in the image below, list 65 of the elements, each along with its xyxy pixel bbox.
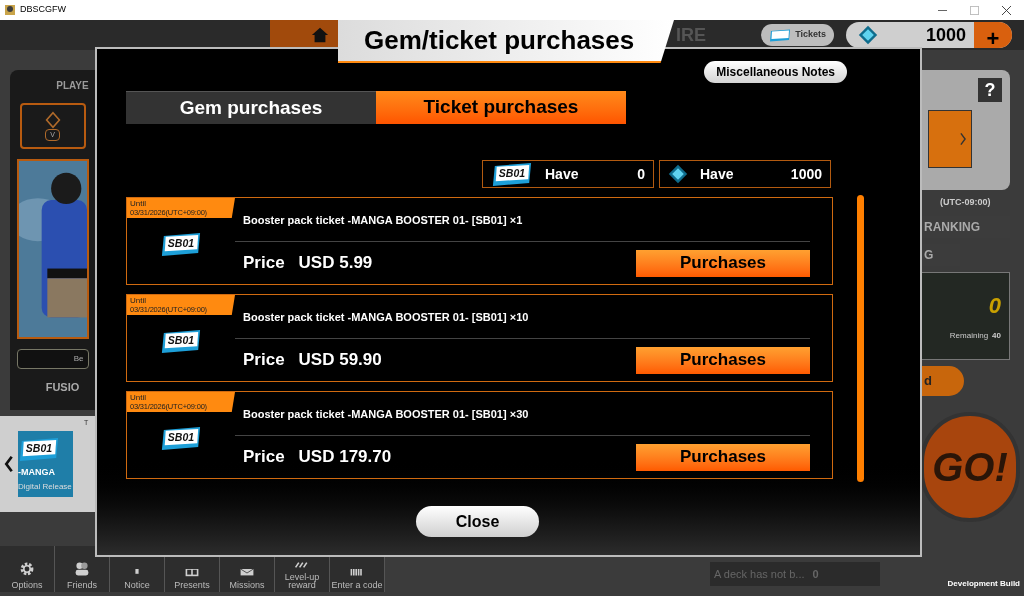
ticket-icon: SB01 [160, 425, 202, 451]
gift-icon [184, 569, 200, 577]
balance-value: 1000 [790, 164, 822, 184]
previous-icon[interactable] [4, 455, 14, 473]
date-label: (UTC-09:00) [940, 196, 992, 209]
tab[interactable]: Ticket purchases [376, 91, 626, 124]
item-name: Booster pack ticket -MANGA BOOSTER 01- [SB01] ×30 [235, 394, 810, 436]
gear-icon [19, 561, 35, 577]
gem-icon [668, 164, 688, 184]
maximize-icon [969, 5, 979, 15]
score-value: 0 [988, 292, 1001, 320]
gem-count: 1000 [925, 23, 966, 47]
close-button[interactable]: Close [416, 506, 539, 537]
tab[interactable]: Gem purchases [126, 91, 376, 124]
balance-label: Have [545, 164, 579, 184]
chevron-right-icon [959, 132, 967, 146]
add-gems-button[interactable]: + [974, 22, 1012, 48]
price-label: Price [243, 446, 285, 469]
stripes-icon [294, 561, 310, 569]
banner-text: -MANGA [18, 465, 56, 479]
nav-button[interactable]: Options [0, 546, 55, 592]
ticket-icon: SB01 [18, 436, 60, 462]
people-icon [74, 561, 90, 577]
diamond-icon [44, 110, 61, 129]
window-title: DBSCGFW [20, 3, 66, 17]
until-label: Until [130, 296, 147, 305]
ticket-icon [769, 28, 792, 42]
until-label: Until [130, 393, 147, 402]
dialog-title: Gem/ticket purchases [338, 20, 674, 63]
purchase-button[interactable]: Purchases [636, 249, 810, 277]
barcode-icon [349, 569, 365, 577]
go-label: GO! [932, 443, 1008, 491]
gem-icon [858, 25, 878, 45]
purchase-button[interactable]: Purchases [636, 443, 810, 471]
item-name: Booster pack ticket -MANGA BOOSTER 01- [SB01] ×1 [235, 200, 810, 242]
app-icon [4, 4, 16, 16]
price-value: USD 5.99 [298, 252, 373, 275]
banner-subtitle: Digital Release [18, 483, 73, 492]
deck-count: 0 [812, 566, 819, 582]
price-value: USD 59.90 [298, 349, 382, 372]
card-button[interactable]: Be [16, 349, 89, 369]
event-banner[interactable] [928, 110, 972, 168]
close-icon [1001, 5, 1011, 15]
fusion-label: FUSIO [45, 380, 80, 395]
item-name: Booster pack ticket -MANGA BOOSTER 01- [SB01] ×10 [235, 297, 810, 339]
price-label: Price [243, 349, 285, 372]
tickets-button[interactable]: Tickets [761, 24, 834, 46]
purchase-button[interactable]: Purchases [636, 346, 810, 374]
remaining-label: Remaining [949, 330, 989, 342]
ticket-icon: SB01 [491, 161, 533, 187]
envelope-icon [239, 569, 255, 577]
price-label: Price [243, 252, 285, 275]
ticket-icon: SB01 [160, 328, 202, 354]
ticket-icon: SB01 [160, 231, 202, 257]
side-menu-button[interactable]: d [920, 365, 964, 396]
help-button[interactable]: ? [978, 78, 1002, 102]
home-icon[interactable] [310, 26, 330, 44]
panel-tab-label: PLAYE [56, 79, 89, 93]
remaining-count: 40 [992, 330, 1001, 342]
balance-label: Have [700, 164, 734, 184]
build-label: Development Build [947, 578, 1021, 590]
notes-button[interactable]: Miscellaneous Notes [704, 61, 847, 83]
until-label: Until [130, 199, 147, 208]
balance-value: 0 [637, 164, 645, 184]
price-value: USD 179.70 [298, 446, 392, 469]
